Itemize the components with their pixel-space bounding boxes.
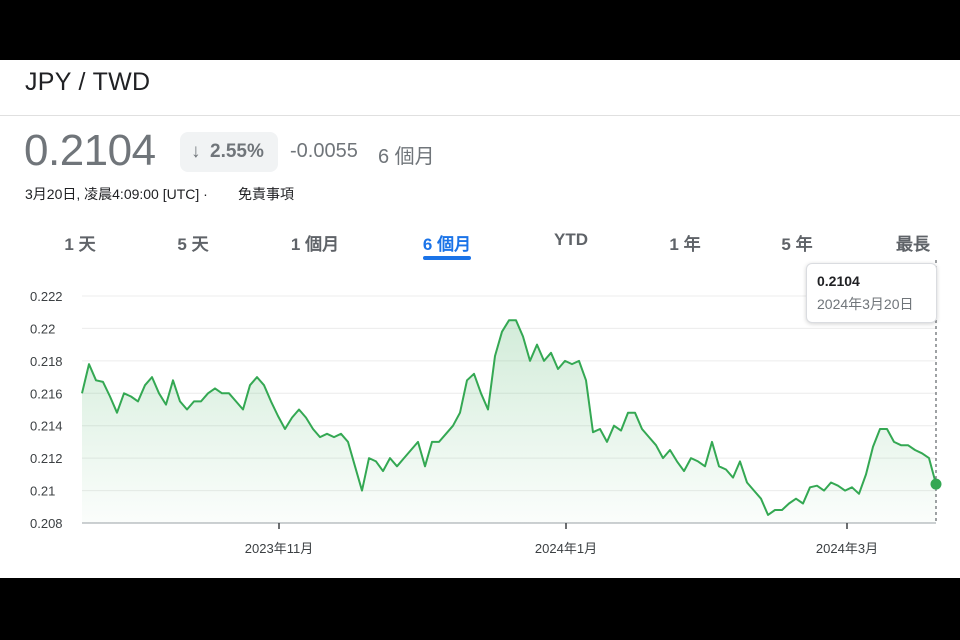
current-point-marker bbox=[930, 478, 942, 490]
y-tick-label: 0.212 bbox=[30, 451, 63, 466]
x-tick-label: 2023年11月 bbox=[245, 541, 313, 556]
tooltip-value: 0.2104 bbox=[817, 273, 860, 289]
tooltip-date: 2024年3月20日 bbox=[817, 296, 914, 312]
x-tick-label: 2024年3月 bbox=[816, 541, 878, 556]
y-tick-label: 0.222 bbox=[30, 289, 63, 304]
x-tick-label: 2024年1月 bbox=[535, 541, 597, 556]
y-tick-label: 0.216 bbox=[30, 386, 63, 401]
y-tick-label: 0.214 bbox=[30, 419, 63, 434]
y-tick-label: 0.218 bbox=[30, 354, 63, 369]
y-tick-label: 0.22 bbox=[30, 321, 55, 336]
currency-widget: JPY / TWD 0.2104 ↓ 2.55% -0.0055 6 個月 3月… bbox=[0, 60, 960, 578]
y-tick-label: 0.208 bbox=[30, 516, 63, 531]
hover-tooltip: 0.2104 2024年3月20日 bbox=[806, 263, 937, 323]
y-tick-label: 0.21 bbox=[30, 484, 55, 499]
